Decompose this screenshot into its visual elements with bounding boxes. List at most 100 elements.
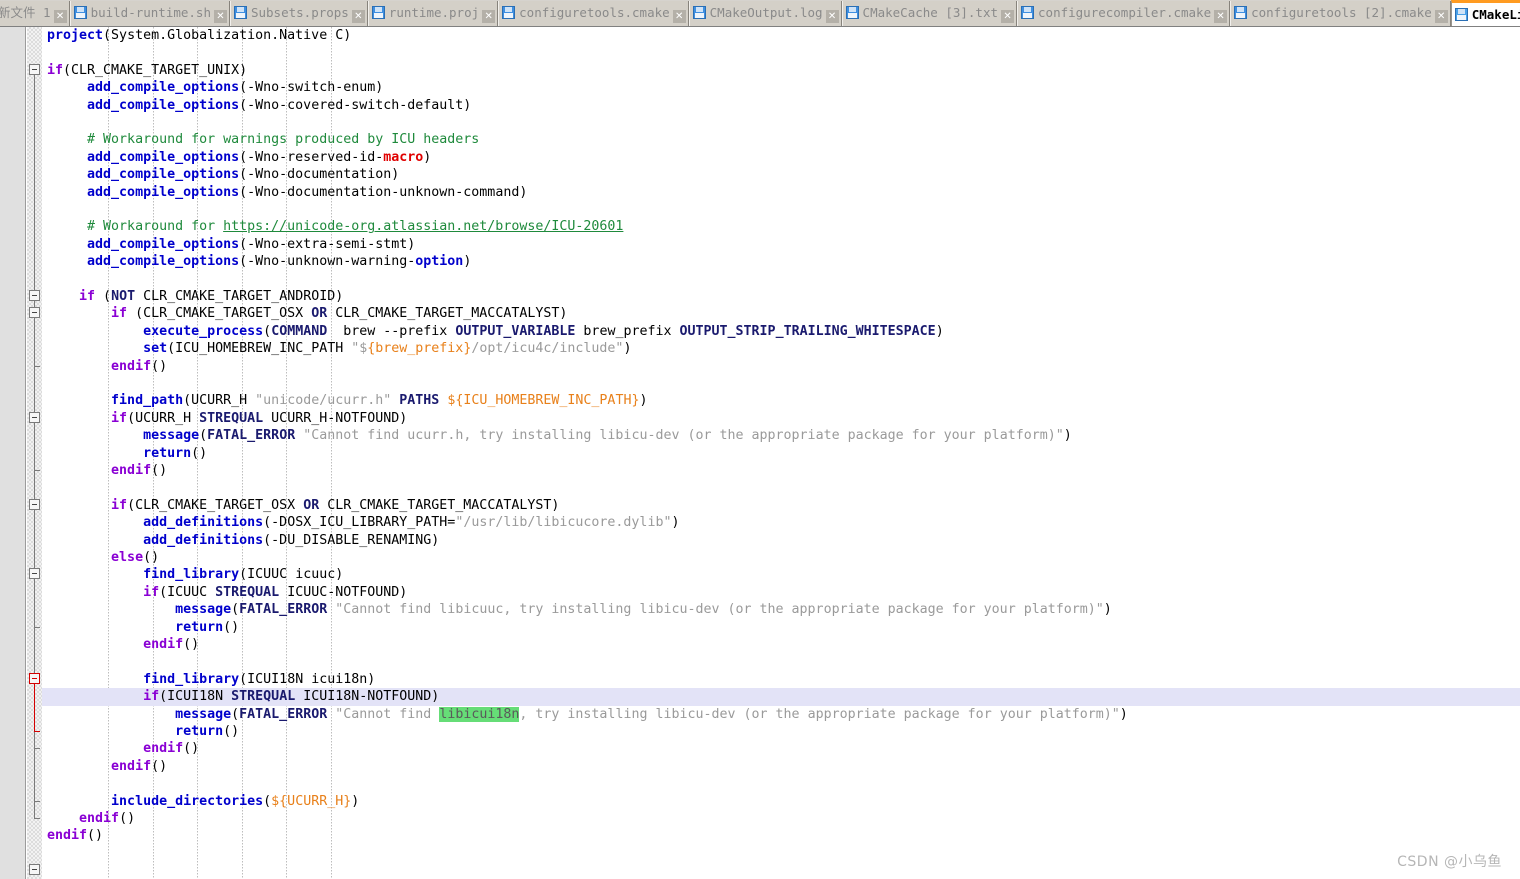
fold-collapse-icon[interactable]: [29, 411, 40, 423]
fold-collapse-icon[interactable]: [29, 672, 40, 684]
code-line[interactable]: [42, 375, 1520, 392]
code-token: (-DU_DISABLE_RENAMING): [263, 532, 440, 548]
close-icon[interactable]: ✕: [1214, 10, 1228, 23]
fold-collapse-icon[interactable]: [29, 498, 40, 510]
code-line[interactable]: endif(): [42, 740, 1520, 757]
code-line-text: add_compile_options(-Wno-documentation): [47, 167, 399, 182]
code-text-area[interactable]: project(System.Globalization.Native C) i…: [42, 27, 1520, 879]
close-icon[interactable]: ✕: [482, 10, 496, 23]
code-line[interactable]: [42, 114, 1520, 131]
code-line[interactable]: add_definitions(-DU_DISABLE_RENAMING): [42, 532, 1520, 549]
code-line[interactable]: include_directories(${UCURR_H}): [42, 793, 1520, 810]
code-line[interactable]: find_path(UCURR_H "unicode/ucurr.h" PATH…: [42, 392, 1520, 409]
code-line[interactable]: endif(): [42, 810, 1520, 827]
code-line[interactable]: if(CLR_CMAKE_TARGET_UNIX): [42, 62, 1520, 79]
code-line[interactable]: add_compile_options(-Wno-unknown-warning…: [42, 253, 1520, 270]
fold-collapse-icon[interactable]: [29, 290, 40, 301]
code-line[interactable]: add_definitions(-DOSX_ICU_LIBRARY_PATH="…: [42, 514, 1520, 531]
code-line[interactable]: [42, 201, 1520, 218]
code-line[interactable]: if(UCURR_H STREQUAL UCURR_H-NOTFOUND): [42, 410, 1520, 427]
fold-collapse-icon[interactable]: [29, 568, 40, 580]
code-editor[interactable]: project(System.Globalization.Native C) i…: [0, 27, 1520, 879]
code-line[interactable]: message(FATAL_ERROR "Cannot find libicui…: [42, 706, 1520, 723]
code-line[interactable]: add_compile_options(-Wno-documentation-u…: [42, 184, 1520, 201]
tab-configuretools-2-cmake[interactable]: configuretools [2].cmake ✕: [1230, 1, 1451, 26]
code-line-text: endif(): [47, 359, 167, 374]
tab-subsets-props[interactable]: Subsets.props ✕: [229, 1, 368, 26]
code-line[interactable]: return(): [42, 445, 1520, 462]
editor-tab-bar[interactable]: 新文件 1 ✕ build-runtime.sh ✕ Subsets.props ✕ run…: [0, 0, 1520, 27]
fold-collapse-icon[interactable]: [29, 864, 40, 876]
close-icon[interactable]: ✕: [672, 10, 686, 23]
save-disk-icon: [692, 6, 706, 19]
code-line[interactable]: [42, 44, 1520, 61]
code-token: project: [47, 28, 104, 43]
tab-build-runtime-sh[interactable]: build-runtime.sh ✕: [69, 1, 230, 26]
code-line[interactable]: else(): [42, 549, 1520, 566]
code-line[interactable]: add_compile_options(-Wno-documentation): [42, 166, 1520, 183]
code-line[interactable]: find_library(ICUI18N icui18n): [42, 671, 1520, 688]
tab-cmakeoutput-log[interactable]: CMakeOutput.log ✕: [688, 1, 842, 26]
tab-cmakelists-txt[interactable]: CMakeLists.txt✕: [1450, 0, 1520, 26]
close-icon[interactable]: ✕: [53, 10, 67, 23]
code-line[interactable]: add_compile_options(-Wno-switch-enum): [42, 79, 1520, 96]
tab-cmakecache-3-txt[interactable]: CMakeCache [3].txt ✕: [841, 1, 1018, 26]
code-line[interactable]: if (CLR_CMAKE_TARGET_OSX OR CLR_CMAKE_TA…: [42, 305, 1520, 322]
code-line[interactable]: if(ICUUC STREQUAL ICUUC-NOTFOUND): [42, 584, 1520, 601]
close-icon[interactable]: ✕: [213, 10, 227, 23]
code-line[interactable]: execute_process(COMMAND brew --prefix OU…: [42, 323, 1520, 340]
code-line[interactable]: [42, 845, 1520, 862]
code-token: CLR_CMAKE_TARGET_MACCATALYST): [319, 497, 560, 513]
tab-configurecompiler-cmake[interactable]: configurecompiler.cmake ✕: [1017, 1, 1231, 26]
selection-margin[interactable]: [0, 27, 26, 879]
code-line[interactable]: [42, 775, 1520, 792]
code-line[interactable]: project(System.Globalization.Native C): [42, 27, 1520, 44]
code-line[interactable]: add_compile_options(-Wno-reserved-id-mac…: [42, 149, 1520, 166]
code-line[interactable]: # Workaround for warnings produced by IC…: [42, 131, 1520, 148]
tab-configuretools-cmake[interactable]: configuretools.cmake ✕: [498, 1, 689, 26]
code-line[interactable]: set(ICU_HOMEBREW_INC_PATH "${brew_prefix…: [42, 340, 1520, 357]
code-line[interactable]: if (NOT CLR_CMAKE_TARGET_ANDROID): [42, 288, 1520, 305]
tab-1[interactable]: 新文件 1 ✕: [0, 1, 70, 26]
tab-runtime-proj[interactable]: runtime.proj ✕: [367, 1, 499, 26]
code-line[interactable]: endif(): [42, 358, 1520, 375]
code-line[interactable]: return(): [42, 619, 1520, 636]
code-token: if: [143, 584, 160, 600]
code-line[interactable]: add_compile_options(-Wno-extra-semi-stmt…: [42, 236, 1520, 253]
code-line[interactable]: if(ICUI18N STREQUAL ICUI18N-NOTFOUND): [42, 688, 1520, 706]
close-icon[interactable]: ✕: [1434, 10, 1448, 23]
tab-label: CMakeOutput.log: [709, 5, 823, 20]
code-line[interactable]: endif(): [42, 462, 1520, 479]
code-line[interactable]: endif(): [42, 758, 1520, 775]
code-line[interactable]: [42, 479, 1520, 496]
code-line[interactable]: message(FATAL_ERROR "Cannot find libicuu…: [42, 601, 1520, 618]
close-icon[interactable]: ✕: [351, 10, 365, 23]
code-line[interactable]: return(): [42, 723, 1520, 740]
code-line[interactable]: [42, 653, 1520, 670]
code-line[interactable]: if(CLR_CMAKE_TARGET_OSX OR CLR_CMAKE_TAR…: [42, 497, 1520, 514]
fold-margin[interactable]: [27, 27, 42, 879]
code-line[interactable]: [42, 862, 1520, 879]
code-line[interactable]: add_compile_options(-Wno-covered-switch-…: [42, 97, 1520, 114]
code-line[interactable]: endif(): [42, 827, 1520, 844]
code-line[interactable]: message(FATAL_ERROR "Cannot find ucurr.h…: [42, 427, 1520, 444]
code-token: execute_process: [143, 323, 264, 339]
code-line[interactable]: endif(): [42, 636, 1520, 653]
code-line[interactable]: find_library(ICUUC icuuc): [42, 566, 1520, 583]
close-icon[interactable]: ✕: [825, 10, 839, 23]
code-line[interactable]: # Workaround for https://unicode-org.atl…: [42, 218, 1520, 235]
code-token: (): [183, 741, 200, 757]
tab-label: build-runtime.sh: [90, 5, 211, 20]
fold-collapse-icon[interactable]: [29, 307, 40, 319]
code-line[interactable]: [42, 271, 1520, 288]
code-token: ): [1063, 428, 1072, 444]
csdn-watermark: CSDN @小乌鱼: [1397, 854, 1502, 870]
code-token: (): [191, 445, 208, 461]
fold-collapse-icon[interactable]: [29, 63, 40, 75]
close-icon[interactable]: ✕: [1001, 10, 1015, 23]
